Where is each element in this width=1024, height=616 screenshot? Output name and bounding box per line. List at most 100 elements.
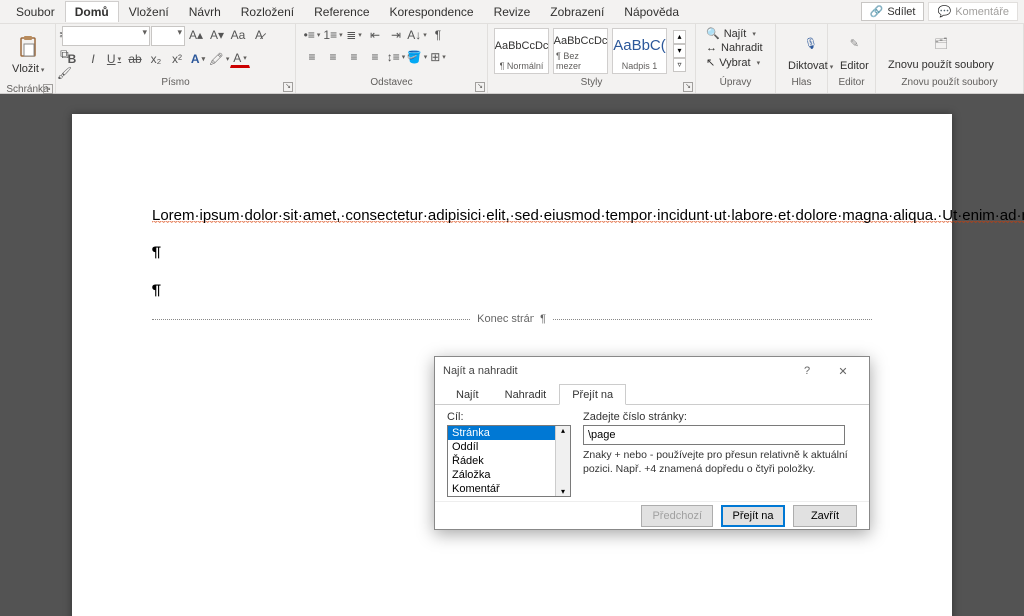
tab-replace[interactable]: Nahradit	[492, 384, 560, 405]
italic-button[interactable]: I	[83, 50, 103, 68]
select-button[interactable]: ↖Vybrat	[702, 55, 764, 70]
numbering-button[interactable]: 1≡	[323, 26, 343, 44]
share-icon: 🔗	[870, 5, 884, 18]
dialog-titlebar[interactable]: Najít a nahradit ? ✕	[435, 357, 869, 385]
ribbon: Vložit ✂ ⧉ 🖌 Schránka↘ A▴ A▾ Aa A̷ B I	[0, 24, 1024, 94]
indent-increase-button[interactable]: ⇥	[386, 26, 406, 44]
styles-scroll-up[interactable]: ▴	[673, 30, 686, 44]
target-label: Cíl:	[447, 411, 571, 423]
menu-layout[interactable]: Rozložení	[231, 1, 304, 23]
menu-help[interactable]: Nápověda	[614, 1, 689, 23]
editor-button[interactable]: ✎Editor	[834, 28, 875, 74]
borders-button[interactable]: ⊞	[428, 48, 448, 66]
styles-expand[interactable]: ▿	[673, 58, 686, 72]
paste-button[interactable]: Vložit	[6, 31, 50, 77]
menu-home[interactable]: Domů	[65, 1, 119, 22]
menu-references[interactable]: Reference	[304, 1, 379, 23]
group-clipboard: Vložit ✂ ⧉ 🖌 Schránka↘	[0, 24, 56, 93]
group-label-paragraph: Odstavec	[370, 77, 412, 88]
page-number-input[interactable]	[583, 425, 845, 445]
list-item[interactable]: Oddíl	[448, 440, 570, 454]
shrink-font-button[interactable]: A▾	[207, 26, 227, 44]
list-item[interactable]: Komentář	[448, 482, 570, 496]
menu-view[interactable]: Zobrazení	[540, 1, 614, 23]
sort-button[interactable]: A↓	[407, 26, 427, 44]
menu-design[interactable]: Návrh	[179, 1, 231, 23]
menu-file[interactable]: Soubor	[6, 1, 65, 23]
comment-icon: 💬	[937, 5, 951, 18]
comments-button[interactable]: 💬Komentáře	[928, 2, 1018, 21]
bullets-button[interactable]: •≡	[302, 26, 322, 44]
justify-button[interactable]: ≡	[365, 48, 385, 66]
dialog-close-button[interactable]: ✕	[825, 357, 861, 385]
group-label-styles: Styly	[581, 77, 603, 88]
align-left-button[interactable]: ≡	[302, 48, 322, 66]
font-family-select[interactable]	[62, 26, 150, 46]
folder-icon: 🗂	[927, 29, 955, 57]
mic-icon: 🎙	[797, 30, 825, 58]
group-voice: 🎙Diktovat Hlas	[776, 24, 828, 93]
styles-dialog-launcher[interactable]: ↘	[683, 82, 693, 92]
previous-button[interactable]: Předchozí	[641, 505, 713, 527]
change-case-button[interactable]: Aa	[228, 26, 248, 44]
target-listbox[interactable]: Stránka Oddíl Řádek Záložka Komentář Poz…	[447, 425, 571, 497]
dialog-help-button[interactable]: ?	[789, 357, 825, 385]
text-effects-button[interactable]: A	[188, 50, 208, 68]
align-center-button[interactable]: ≡	[323, 48, 343, 66]
superscript-button[interactable]: x²	[167, 50, 187, 68]
multilevel-button[interactable]: ≣	[344, 26, 364, 44]
clear-format-button[interactable]: A̷	[249, 26, 269, 44]
document-canvas[interactable]: Lorem·ipsum·dolor·sit·amet,·consectetur·…	[0, 94, 1024, 616]
listbox-scrollbar[interactable]: ▴▾	[555, 426, 570, 496]
body-text[interactable]: Lorem·ipsum·dolor·sit·amet,·consectetur·…	[152, 207, 1024, 226]
indent-decrease-button[interactable]: ⇤	[365, 26, 385, 44]
document-body[interactable]: Lorem·ipsum·dolor·sit·amet,·consectetur·…	[152, 204, 872, 228]
bold-button[interactable]: B	[62, 50, 82, 68]
style-normal[interactable]: AaBbCcDc¶ Normální	[494, 28, 549, 74]
group-styles: AaBbCcDc¶ Normální AaBbCcDc¶ Bez mezer A…	[488, 24, 696, 93]
font-dialog-launcher[interactable]: ↘	[283, 82, 293, 92]
tab-goto[interactable]: Přejít na	[559, 384, 626, 405]
paragraph-mark: ¶	[152, 242, 872, 265]
style-heading1[interactable]: AaBbC(Nadpis 1	[612, 28, 667, 74]
style-nospace[interactable]: AaBbCcDc¶ Bez mezer	[553, 28, 608, 74]
dialog-hint: Znaky + nebo - používejte pro přesun rel…	[583, 449, 857, 476]
list-item[interactable]: Poznámka pod čarou	[448, 496, 570, 497]
list-item[interactable]: Stránka	[448, 426, 570, 440]
underline-button[interactable]: U	[104, 50, 124, 68]
menu-insert[interactable]: Vložení	[119, 1, 179, 23]
group-editing: 🔍Najít ↔Nahradit ↖Vybrat Úpravy	[696, 24, 776, 93]
menubar: Soubor Domů Vložení Návrh Rozložení Refe…	[0, 0, 1024, 24]
highlight-button[interactable]: 🖍	[209, 50, 229, 68]
group-label-reuse: Znovu použít soubory	[876, 77, 1023, 93]
menu-mail[interactable]: Korespondence	[380, 1, 484, 23]
subscript-button[interactable]: x₂	[146, 50, 166, 68]
replace-icon: ↔	[706, 42, 717, 54]
replace-button[interactable]: ↔Nahradit	[702, 41, 767, 55]
clipboard-dialog-launcher[interactable]: ↘	[43, 84, 53, 94]
show-marks-button[interactable]: ¶	[428, 26, 448, 44]
group-label-editor: Editor	[828, 77, 875, 93]
list-item[interactable]: Záložka	[448, 468, 570, 482]
align-right-button[interactable]: ≡	[344, 48, 364, 66]
styles-scroll-down[interactable]: ▾	[673, 44, 686, 58]
grow-font-button[interactable]: A▴	[186, 26, 206, 44]
paragraph-dialog-launcher[interactable]: ↘	[475, 82, 485, 92]
list-item[interactable]: Řádek	[448, 454, 570, 468]
shading-button[interactable]: 🪣	[407, 48, 427, 66]
menu-review[interactable]: Revize	[484, 1, 541, 23]
find-button[interactable]: 🔍Najít	[702, 26, 760, 41]
font-color-button[interactable]: A	[230, 50, 250, 68]
share-button[interactable]: 🔗Sdílet	[861, 2, 925, 21]
reuse-files-button[interactable]: 🗂Znovu použít soubory	[882, 27, 1000, 73]
editor-icon: ✎	[840, 30, 868, 58]
dialog-tabs: Najít Nahradit Přejít na	[435, 383, 869, 405]
dialog-title: Najít a nahradit	[443, 365, 789, 377]
strikethrough-button[interactable]: ab	[125, 50, 145, 68]
font-size-select[interactable]	[151, 26, 185, 46]
paragraph-mark: ¶	[152, 280, 872, 303]
goto-button[interactable]: Přejít na	[721, 505, 785, 527]
close-button[interactable]: Zavřít	[793, 505, 857, 527]
line-spacing-button[interactable]: ↕≡	[386, 48, 406, 66]
tab-find[interactable]: Najít	[443, 384, 492, 405]
